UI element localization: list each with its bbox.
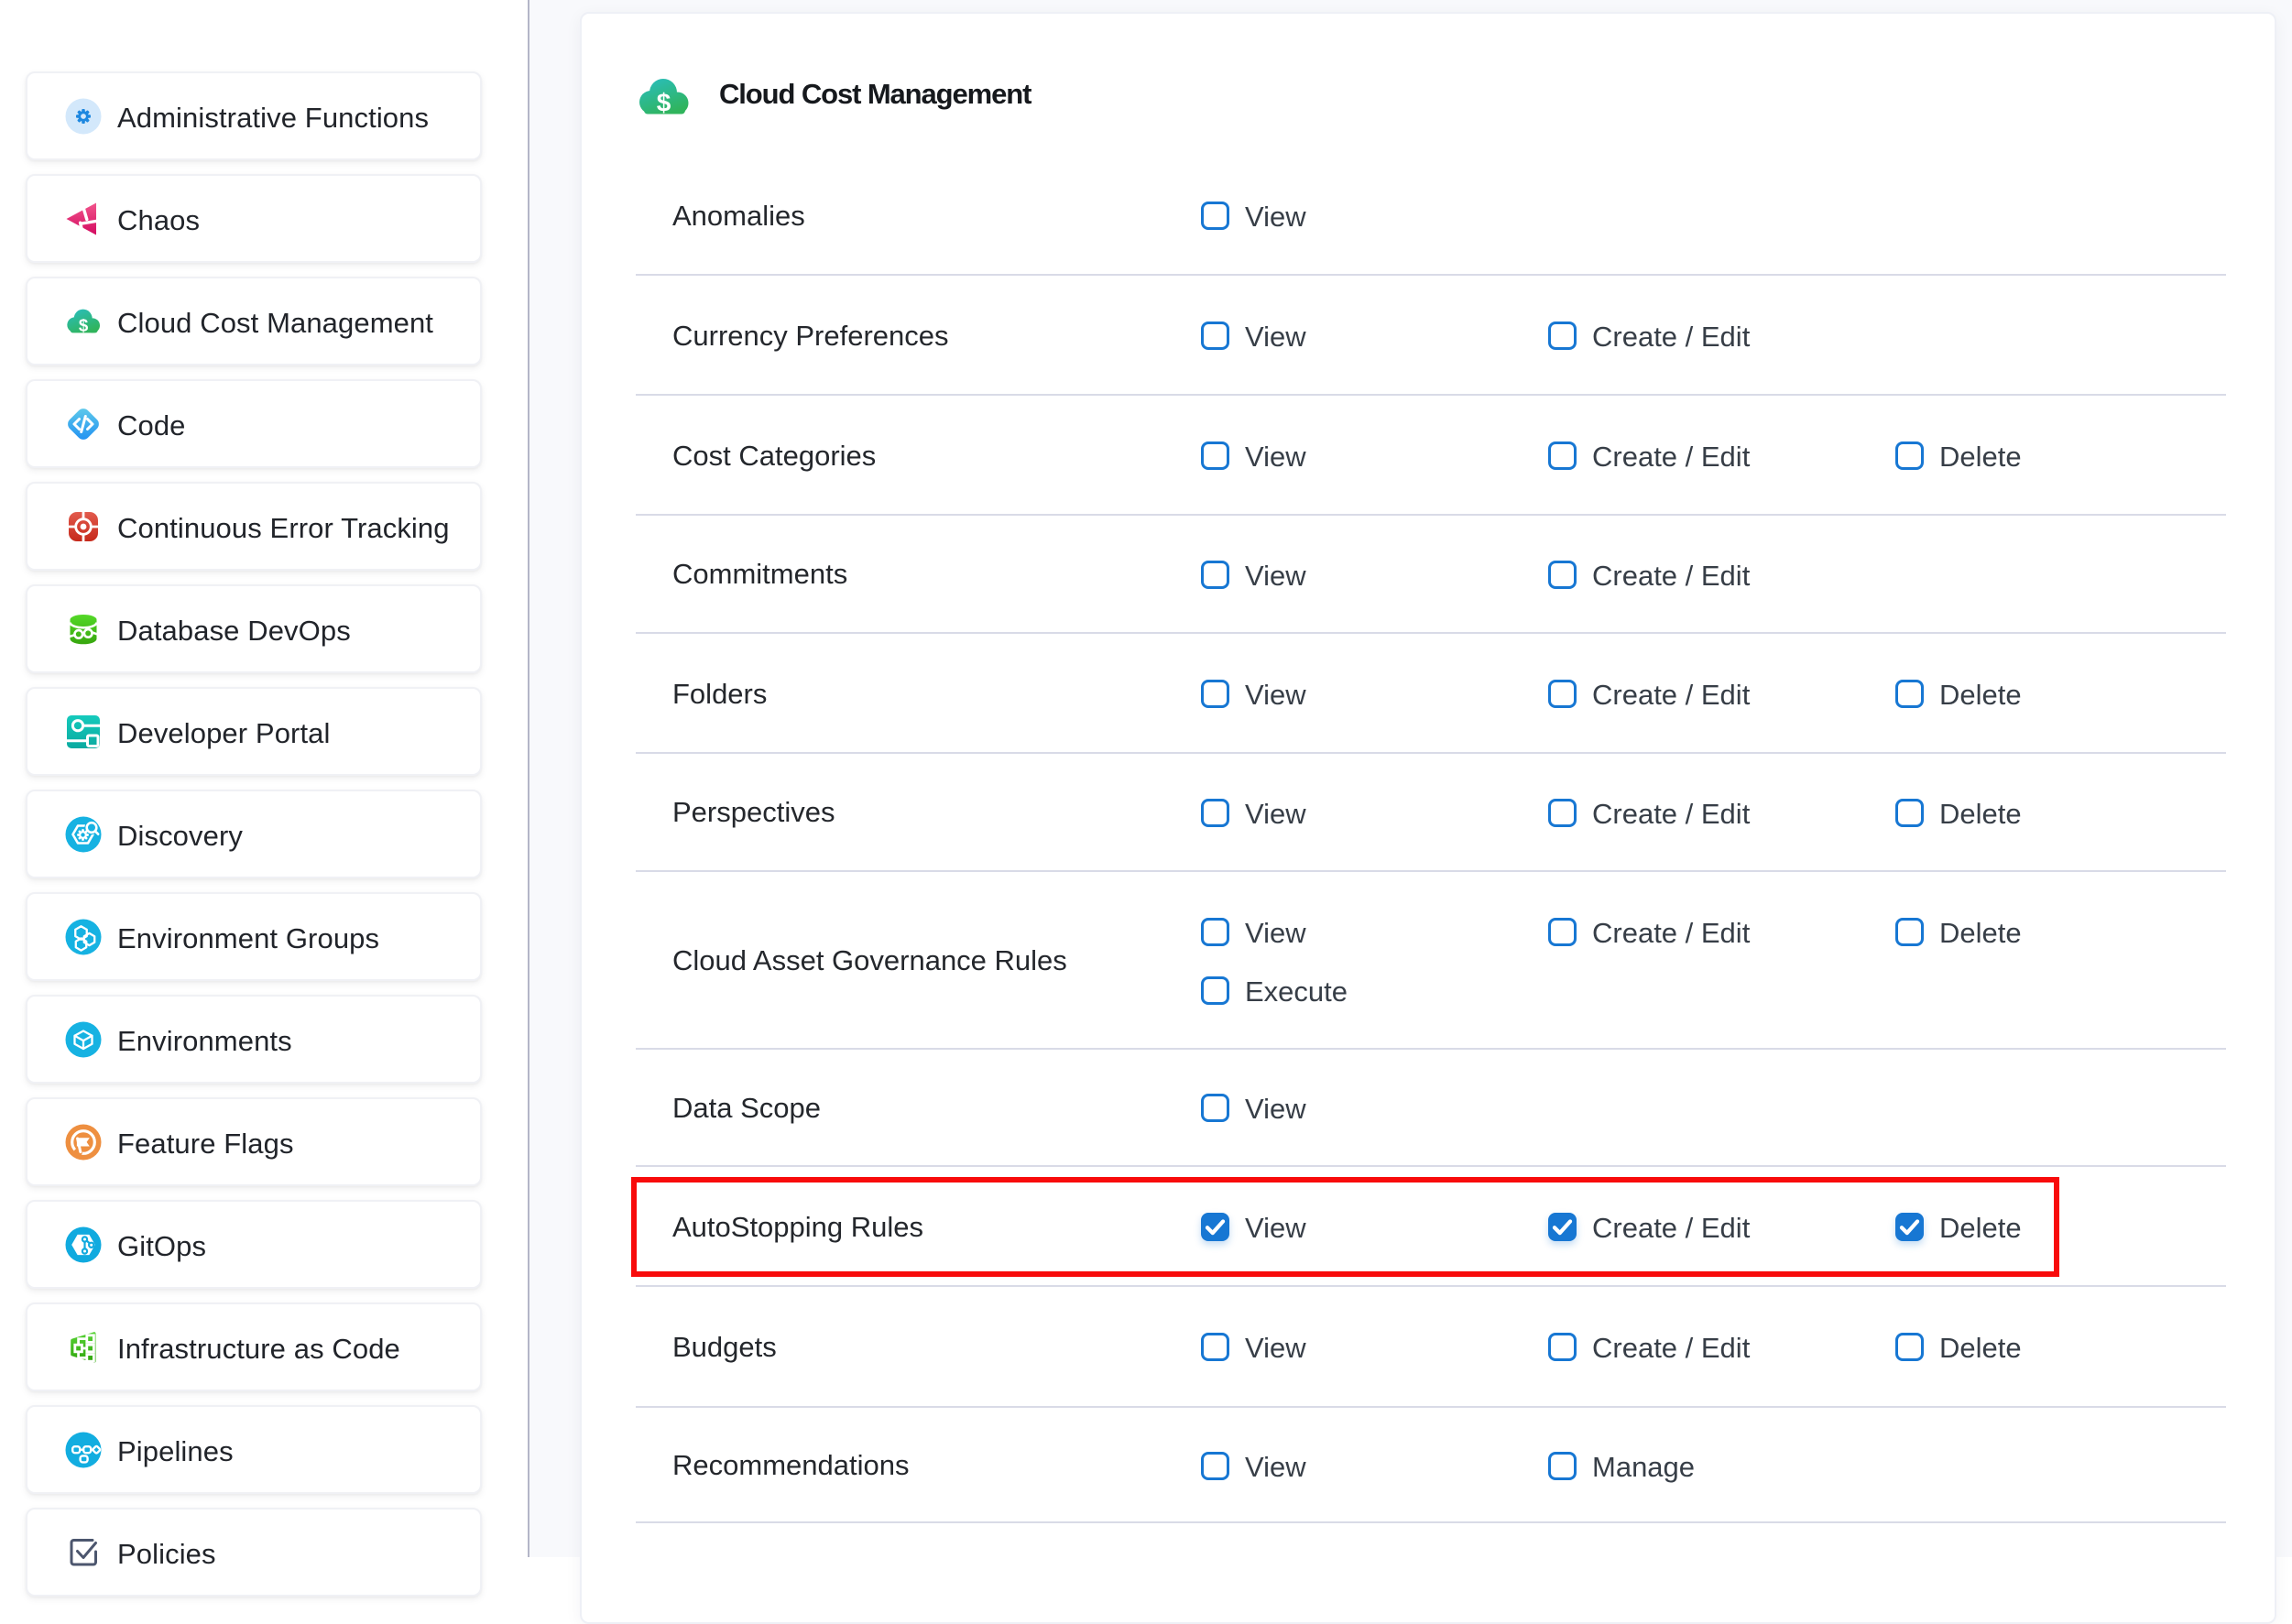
svg-text:$: $	[657, 89, 671, 117]
svg-text:$: $	[79, 315, 89, 334]
